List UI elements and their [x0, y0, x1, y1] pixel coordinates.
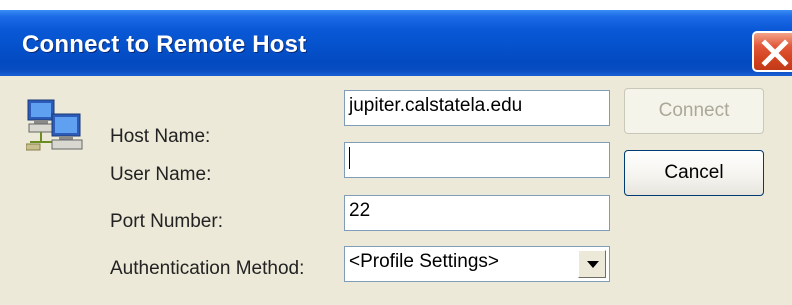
auth-method-label: Authentication Method: [110, 258, 305, 279]
connect-dialog: Connect to Remote Host Host Name: User N… [0, 0, 792, 305]
dropdown-button[interactable] [578, 250, 606, 278]
auth-method-value: <Profile Settings> [349, 251, 499, 272]
host-name-field[interactable]: jupiter.calstatela.edu [344, 90, 610, 126]
auth-method-select[interactable]: <Profile Settings> [344, 246, 610, 282]
connect-button[interactable]: Connect [624, 88, 764, 134]
close-icon [761, 39, 789, 67]
text-caret [349, 147, 350, 169]
cancel-button[interactable]: Cancel [624, 150, 764, 196]
networked-computers-icon [26, 99, 83, 151]
user-name-label: User Name: [110, 164, 212, 185]
host-name-value: jupiter.calstatela.edu [349, 95, 523, 116]
top-strip [0, 0, 792, 10]
dialog-title: Connect to Remote Host [22, 31, 307, 58]
host-name-label: Host Name: [110, 126, 211, 147]
user-name-field[interactable] [344, 142, 610, 178]
close-button[interactable] [752, 31, 792, 72]
port-number-label: Port Number: [110, 211, 223, 232]
chevron-down-icon [587, 261, 599, 268]
port-number-field[interactable]: 22 [344, 195, 610, 231]
port-number-value: 22 [349, 200, 371, 221]
title-bar[interactable]: Connect to Remote Host [0, 10, 792, 76]
